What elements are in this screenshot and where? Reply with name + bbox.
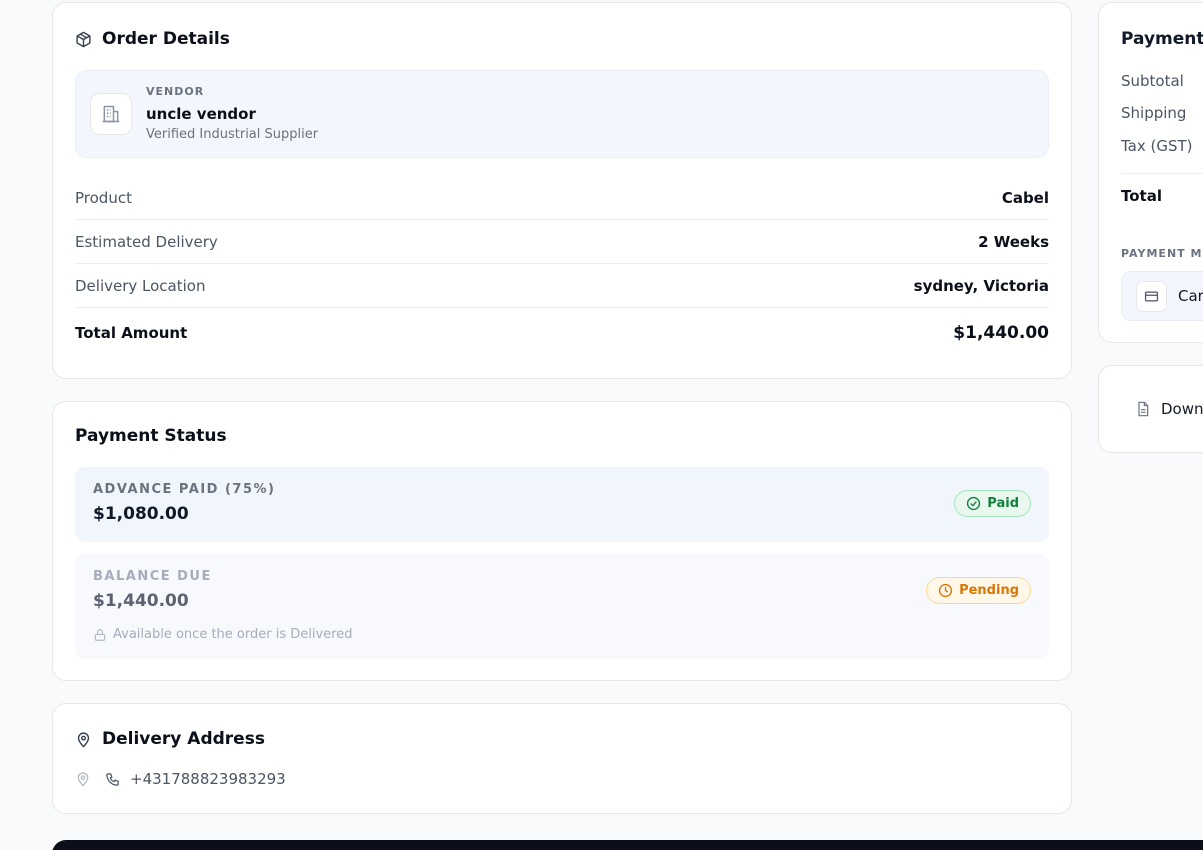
payment-method-label: Car bbox=[1178, 287, 1203, 305]
vendor-name[interactable]: uncle vendor bbox=[146, 105, 256, 123]
summary-total-label: Total bbox=[1121, 187, 1162, 205]
subtotal-label: Subtotal bbox=[1121, 72, 1184, 90]
payment-status-title: Payment Status bbox=[75, 426, 227, 446]
pending-badge-label: Pending bbox=[959, 583, 1019, 598]
bottom-action-bar[interactable] bbox=[52, 840, 1203, 850]
advance-paid-amount: $1,080.00 bbox=[93, 504, 189, 524]
building-icon bbox=[101, 104, 121, 124]
tax-label: Tax (GST) bbox=[1121, 137, 1193, 155]
advance-paid-box: ADVANCE PAID (75%) $1,080.00 Paid bbox=[75, 467, 1049, 542]
package-icon bbox=[75, 31, 92, 48]
shipping-label: Shipping bbox=[1121, 104, 1187, 122]
payment-summary-title: Payment bbox=[1121, 29, 1203, 49]
order-details-header: Order Details bbox=[75, 29, 230, 49]
address-row: +431788823983293 bbox=[75, 770, 286, 788]
check-circle-icon bbox=[966, 496, 981, 511]
lock-icon bbox=[93, 628, 107, 642]
detail-row-estimated-delivery: Estimated Delivery 2 Weeks bbox=[75, 220, 1049, 264]
detail-row-total-amount: Total Amount $1,440.00 bbox=[75, 311, 1049, 355]
paid-badge: Paid bbox=[954, 490, 1031, 517]
vendor-kicker: VENDOR bbox=[146, 85, 205, 98]
vendor-logo bbox=[90, 93, 132, 135]
vendor-box: VENDOR uncle vendor Verified Industrial … bbox=[75, 70, 1049, 158]
balance-note-text: Available once the order is Delivered bbox=[113, 627, 353, 642]
detail-label: Product bbox=[75, 188, 132, 207]
total-amount-value: $1,440.00 bbox=[953, 323, 1049, 343]
download-card[interactable]: Down bbox=[1098, 365, 1203, 453]
delivery-address-title: Delivery Address bbox=[102, 729, 265, 749]
order-details-title: Order Details bbox=[102, 29, 230, 49]
order-details-card: Order Details VENDOR uncle vendor Verifi… bbox=[52, 2, 1072, 379]
payment-method-kicker: PAYMENT MET bbox=[1121, 247, 1203, 260]
delivery-address-header: Delivery Address bbox=[75, 729, 265, 749]
payment-status-card: Payment Status ADVANCE PAID (75%) $1,080… bbox=[52, 401, 1072, 681]
clock-icon bbox=[938, 583, 953, 598]
detail-value: 2 Weeks bbox=[978, 232, 1049, 251]
paid-badge-label: Paid bbox=[987, 496, 1019, 511]
payment-summary-card: Payment Subtotal Shipping Tax (GST) Tota… bbox=[1098, 2, 1203, 343]
balance-note: Available once the order is Delivered bbox=[93, 627, 352, 642]
delivery-address-card: Delivery Address +431788823983293 bbox=[52, 703, 1072, 814]
balance-due-label: BALANCE DUE bbox=[93, 569, 212, 584]
payment-method-box[interactable]: Car bbox=[1121, 271, 1203, 321]
location-pin-icon bbox=[75, 771, 91, 787]
download-label: Down bbox=[1161, 400, 1203, 418]
detail-row-product: Product Cabel bbox=[75, 176, 1049, 220]
credit-card-icon bbox=[1144, 289, 1159, 304]
detail-value: Cabel bbox=[1001, 188, 1049, 207]
summary-divider bbox=[1121, 173, 1203, 174]
document-icon bbox=[1135, 401, 1151, 417]
balance-due-box: BALANCE DUE $1,440.00 Pending Available … bbox=[75, 554, 1049, 659]
detail-label: Delivery Location bbox=[75, 276, 206, 295]
vendor-subtitle: Verified Industrial Supplier bbox=[146, 127, 319, 142]
pending-badge: Pending bbox=[926, 577, 1031, 604]
method-icon-wrap bbox=[1136, 281, 1167, 312]
download-button[interactable]: Down bbox=[1135, 400, 1203, 418]
detail-value: sydney, Victoria bbox=[913, 276, 1049, 295]
advance-paid-label: ADVANCE PAID (75%) bbox=[93, 482, 276, 497]
phone-icon bbox=[105, 772, 120, 787]
detail-label: Estimated Delivery bbox=[75, 232, 218, 251]
balance-due-amount: $1,440.00 bbox=[93, 591, 189, 611]
map-pin-icon bbox=[75, 731, 92, 748]
detail-row-delivery-location: Delivery Location sydney, Victoria bbox=[75, 264, 1049, 308]
phone-number[interactable]: +431788823983293 bbox=[130, 770, 286, 788]
total-amount-label: Total Amount bbox=[75, 324, 188, 342]
